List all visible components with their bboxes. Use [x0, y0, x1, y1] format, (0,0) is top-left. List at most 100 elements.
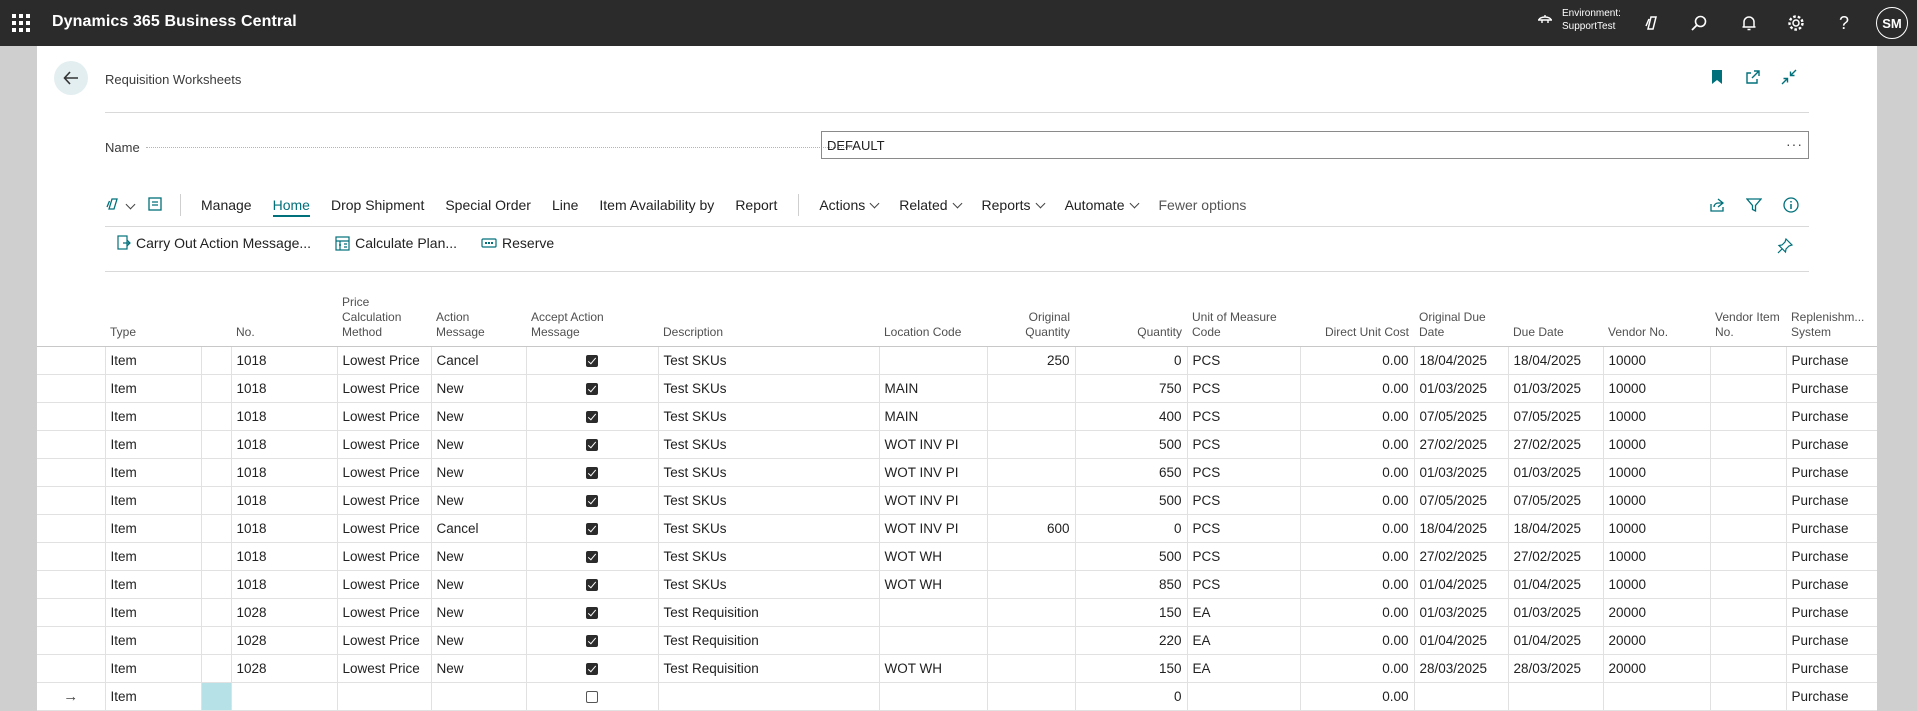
col-vendor-item-no[interactable]: Vendor Item No.: [1710, 282, 1786, 347]
cell-vendor-item-no[interactable]: [1710, 598, 1787, 627]
cell-accept-action-message[interactable]: [526, 346, 659, 375]
cell-location-code[interactable]: [879, 682, 988, 711]
cell-vendor-no[interactable]: 10000: [1603, 346, 1711, 375]
cell-price-calc-method[interactable]: Lowest Price: [337, 458, 432, 487]
settings-gear-icon[interactable]: [1785, 12, 1807, 34]
accept-checkbox[interactable]: [586, 550, 598, 563]
cell-original-due-date[interactable]: [1414, 682, 1509, 711]
cell-price-calc-method[interactable]: [337, 682, 432, 711]
cell-original-quantity[interactable]: [987, 542, 1076, 571]
cell-location-code[interactable]: WOT INV PI: [879, 514, 988, 543]
cell-original-due-date[interactable]: 28/03/2025: [1414, 654, 1509, 683]
cell-replenishment-system[interactable]: Purchase: [1786, 486, 1877, 515]
cell-accept-action-message[interactable]: [526, 626, 659, 655]
cell-price-calc-method[interactable]: Lowest Price: [337, 402, 432, 431]
cell-accept-action-message[interactable]: [526, 570, 659, 599]
cell-accept-action-message[interactable]: [526, 430, 659, 459]
cell-original-quantity[interactable]: [987, 402, 1076, 431]
col-due-date[interactable]: Due Date: [1508, 282, 1603, 347]
cell-replenishment-system[interactable]: Purchase: [1786, 626, 1877, 655]
table-row[interactable]: Item 1018 Lowest Price New Test SKUs WOT…: [37, 542, 1877, 571]
cell-due-date[interactable]: 27/02/2025: [1508, 542, 1604, 571]
cell-vendor-no[interactable]: 20000: [1603, 598, 1711, 627]
cell-no[interactable]: [231, 682, 338, 711]
cell-type[interactable]: Item: [105, 402, 202, 431]
cell-price-calc-method[interactable]: Lowest Price: [337, 374, 432, 403]
cell-replenishment-system[interactable]: Purchase: [1786, 598, 1877, 627]
help-icon[interactable]: ?: [1833, 12, 1855, 34]
cell-due-date[interactable]: 01/04/2025: [1508, 570, 1604, 599]
cell-type[interactable]: Item: [105, 514, 202, 543]
cell-original-quantity[interactable]: [987, 598, 1076, 627]
col-vendor-no[interactable]: Vendor No.: [1603, 282, 1710, 347]
edit-list-icon[interactable]: [148, 196, 162, 214]
cell-original-quantity[interactable]: [987, 654, 1076, 683]
cell-uom-code[interactable]: EA: [1187, 626, 1301, 655]
cell-quantity[interactable]: 500: [1075, 542, 1188, 571]
cell-vendor-no[interactable]: 20000: [1603, 654, 1711, 683]
accept-checkbox[interactable]: [586, 438, 598, 451]
cell-action-message[interactable]: New: [431, 654, 527, 683]
cell-location-code[interactable]: [879, 598, 988, 627]
cell-original-due-date[interactable]: 01/03/2025: [1414, 374, 1509, 403]
cell-vendor-no[interactable]: 10000: [1603, 570, 1711, 599]
cell-direct-unit-cost[interactable]: 0.00: [1300, 542, 1415, 571]
cell-uom-code[interactable]: PCS: [1187, 570, 1301, 599]
col-price-calc-method[interactable]: Price Calculation Method: [337, 282, 431, 347]
cell-location-code[interactable]: MAIN: [879, 374, 988, 403]
name-field[interactable]: DEFAULT ···: [821, 131, 1809, 159]
search-icon[interactable]: [1688, 12, 1710, 34]
col-uom-code[interactable]: Unit of Measure Code: [1187, 282, 1300, 347]
cell-vendor-item-no[interactable]: [1710, 458, 1787, 487]
cell-uom-code[interactable]: PCS: [1187, 486, 1301, 515]
col-direct-unit-cost[interactable]: Direct Unit Cost: [1300, 282, 1414, 347]
action-item-availability[interactable]: Item Availability by: [599, 197, 714, 213]
col-accept-action-message[interactable]: Accept Action Message: [526, 282, 658, 347]
col-location-code[interactable]: Location Code: [879, 282, 987, 347]
cell-original-due-date[interactable]: 07/05/2025: [1414, 402, 1509, 431]
table-row[interactable]: Item 1018 Lowest Price Cancel Test SKUs …: [37, 514, 1877, 543]
cell-direct-unit-cost[interactable]: 0.00: [1300, 570, 1415, 599]
accept-checkbox[interactable]: [586, 382, 598, 395]
notifications-icon[interactable]: [1738, 12, 1760, 34]
accept-checkbox[interactable]: [586, 634, 598, 647]
cell-uom-code[interactable]: PCS: [1187, 542, 1301, 571]
cell-replenishment-system[interactable]: Purchase: [1786, 430, 1877, 459]
app-launcher-icon[interactable]: [12, 14, 30, 32]
action-manage[interactable]: Manage: [201, 197, 252, 213]
cell-direct-unit-cost[interactable]: 0.00: [1300, 598, 1415, 627]
cell-description[interactable]: Test Requisition: [658, 598, 880, 627]
cell-action-message[interactable]: New: [431, 402, 527, 431]
table-row[interactable]: Item 1018 Lowest Price New Test SKUs MAI…: [37, 374, 1877, 403]
cell-type[interactable]: Item: [105, 346, 202, 375]
cell-location-code[interactable]: WOT WH: [879, 654, 988, 683]
cell-action-message[interactable]: New: [431, 542, 527, 571]
cell-vendor-no[interactable]: 10000: [1603, 430, 1711, 459]
cell-uom-code[interactable]: PCS: [1187, 374, 1301, 403]
cell-quantity[interactable]: 850: [1075, 570, 1188, 599]
cell-original-due-date[interactable]: 27/02/2025: [1414, 542, 1509, 571]
cell-type[interactable]: Item: [105, 682, 202, 711]
cell-quantity[interactable]: 150: [1075, 598, 1188, 627]
cell-no[interactable]: 1028: [231, 598, 338, 627]
cell-original-due-date[interactable]: 01/03/2025: [1414, 598, 1509, 627]
cell-action-message[interactable]: Cancel: [431, 514, 527, 543]
cell-direct-unit-cost[interactable]: 0.00: [1300, 402, 1415, 431]
cell-action-message[interactable]: New: [431, 626, 527, 655]
cell-due-date[interactable]: 07/05/2025: [1508, 486, 1604, 515]
accept-checkbox[interactable]: [586, 466, 598, 479]
cell-action-message[interactable]: [431, 682, 527, 711]
cell-vendor-item-no[interactable]: [1710, 486, 1787, 515]
cell-vendor-item-no[interactable]: [1710, 542, 1787, 571]
cell-action-message[interactable]: New: [431, 430, 527, 459]
cell-due-date[interactable]: 27/02/2025: [1508, 430, 1604, 459]
cell-location-code[interactable]: WOT INV PI: [879, 486, 988, 515]
cell-direct-unit-cost[interactable]: 0.00: [1300, 626, 1415, 655]
col-type[interactable]: Type: [105, 282, 201, 347]
cell-due-date[interactable]: 01/03/2025: [1508, 458, 1604, 487]
table-row[interactable]: Item 1028 Lowest Price New Test Requisit…: [37, 626, 1877, 655]
action-special-order[interactable]: Special Order: [445, 197, 531, 213]
cell-due-date[interactable]: 01/03/2025: [1508, 374, 1604, 403]
cell-type[interactable]: Item: [105, 430, 202, 459]
new-entry-row[interactable]: → Item 0 0.00 Purchase: [37, 682, 1877, 711]
